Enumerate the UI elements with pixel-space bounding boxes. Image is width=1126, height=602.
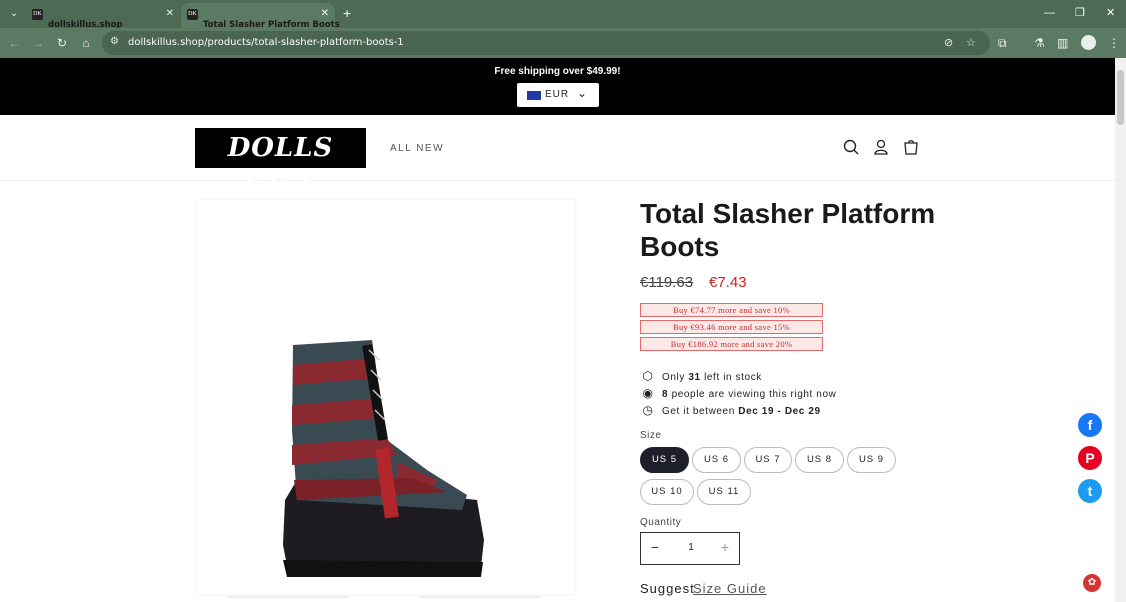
quantity-stepper: − 1 + xyxy=(640,532,740,565)
thumbnail-indicator[interactable] xyxy=(226,596,350,598)
eye-icon: ◉ xyxy=(642,386,654,400)
clock-icon: ◷ xyxy=(642,403,654,417)
browser-toolbar: ← → ↻ ⌂ ⚙ dollskillus.shop/products/tota… xyxy=(0,28,1126,58)
tab-close-icon[interactable]: ✕ xyxy=(166,8,174,20)
decrease-quantity-button[interactable]: − xyxy=(647,539,663,555)
dollskill-favicon-icon: DK xyxy=(32,9,43,20)
facebook-icon[interactable]: f xyxy=(1078,413,1102,437)
browser-tabstrip: ⌄ DK dollskillus.shop ✕ DK Total Slasher… xyxy=(0,0,1126,30)
dolls-kill-logo[interactable]: DOLLS KILL xyxy=(195,128,366,203)
browser-menu-icon[interactable]: ⋮ xyxy=(1108,35,1120,51)
new-tab-button[interactable]: + xyxy=(343,5,351,21)
stock-count: 31 xyxy=(688,372,701,383)
labs-flask-icon[interactable]: ⚗ xyxy=(1034,35,1045,51)
rewards-gift-icon[interactable]: ✿ xyxy=(1083,574,1101,592)
promo-banner: Buy €186.92 more and save 20% xyxy=(640,337,823,351)
size-option-us5[interactable]: US 5 xyxy=(640,447,689,473)
chevron-down-icon: ⌄ xyxy=(577,86,588,100)
viewers-suffix: people are viewing this right now xyxy=(671,389,837,400)
address-bar[interactable]: ⚙ dollskillus.shop/products/total-slashe… xyxy=(102,31,990,55)
suggest-label: Suggest xyxy=(640,581,695,596)
currency-code: EUR xyxy=(545,89,570,100)
stock-suffix: left in stock xyxy=(704,372,762,383)
tab-search-chevron-icon[interactable]: ⌄ xyxy=(4,5,24,23)
site-header: DOLLS KILL ALL NEW xyxy=(0,115,1115,203)
scrollbar-thumb[interactable] xyxy=(1117,70,1124,125)
size-option-us11[interactable]: US 11 xyxy=(697,479,751,505)
url-text: dollskillus.shop/products/total-slasher-… xyxy=(128,37,404,48)
home-icon[interactable]: ⌂ xyxy=(78,35,94,51)
size-option-us8[interactable]: US 8 xyxy=(795,447,844,473)
free-shipping-message: Free shipping over $49.99! xyxy=(494,66,621,77)
pinterest-icon[interactable]: P xyxy=(1078,446,1102,470)
browser-tab-dollskillus[interactable]: DK dollskillus.shop ✕ xyxy=(26,3,180,30)
product-title: Total Slasher Platform Boots xyxy=(640,198,936,262)
increase-quantity-button[interactable]: + xyxy=(717,539,733,555)
page-scrollbar[interactable] xyxy=(1115,58,1126,602)
site-info-icon[interactable]: ⚙ xyxy=(110,36,119,47)
size-option-us10[interactable]: US 10 xyxy=(640,479,694,505)
tab-close-icon[interactable]: ✕ xyxy=(321,8,329,20)
reload-icon[interactable]: ↻ xyxy=(54,35,70,51)
restore-icon[interactable]: ❐ xyxy=(1075,5,1085,21)
search-icon[interactable] xyxy=(843,139,859,155)
nav-all-new[interactable]: ALL NEW xyxy=(390,143,444,154)
twitter-icon[interactable]: t xyxy=(1078,479,1102,503)
side-panel-icon[interactable]: ▥ xyxy=(1057,35,1068,51)
package-icon: ⬡ xyxy=(642,369,654,383)
size-guide-link[interactable]: Size Guide xyxy=(693,581,767,596)
viewers-info: ◉ 8 people are viewing this right now xyxy=(640,386,836,400)
cart-icon[interactable] xyxy=(903,139,919,155)
size-option-us9[interactable]: US 9 xyxy=(847,447,896,473)
eye-off-icon[interactable]: ⊘ xyxy=(944,36,953,49)
platform-boot-image xyxy=(283,340,484,577)
product-image[interactable] xyxy=(197,200,575,594)
size-option-us6[interactable]: US 6 xyxy=(692,447,741,473)
delivery-range: Dec 19 - Dec 29 xyxy=(738,406,821,417)
promo-banner: Buy €74.77 more and save 10% xyxy=(640,303,823,317)
forward-icon[interactable]: → xyxy=(30,35,46,51)
delivery-info: ◷ Get it between Dec 19 - Dec 29 xyxy=(640,403,821,417)
stock-prefix: Only xyxy=(662,372,685,383)
window-close-icon[interactable]: ✕ xyxy=(1106,5,1115,21)
profile-avatar-icon[interactable] xyxy=(1081,35,1096,50)
account-icon[interactable] xyxy=(873,139,889,155)
browser-tab-product[interactable]: DK Total Slasher Platform Boots ✕ xyxy=(181,3,340,30)
minimize-icon[interactable]: — xyxy=(1044,5,1055,21)
size-label: Size xyxy=(640,430,662,441)
quantity-value[interactable]: 1 xyxy=(681,542,701,553)
size-option-us7[interactable]: US 7 xyxy=(744,447,792,473)
extensions-icon[interactable]: ⧉ xyxy=(998,35,1007,51)
delivery-prefix: Get it between xyxy=(662,406,735,417)
back-icon[interactable]: ← xyxy=(6,35,22,51)
sale-price: €7.43 xyxy=(709,274,747,291)
thumbnail-indicator[interactable] xyxy=(418,596,542,598)
quantity-label: Quantity xyxy=(640,517,682,528)
currency-selector[interactable]: EUR ⌄ xyxy=(517,83,599,107)
viewer-count: 8 xyxy=(662,389,669,400)
bookmark-star-icon[interactable]: ☆ xyxy=(966,36,976,49)
promo-banner: Buy €93.46 more and save 15% xyxy=(640,320,823,334)
original-price: €119.63 xyxy=(640,274,694,291)
stock-info: ⬡ Only 31 left in stock xyxy=(640,369,762,383)
eu-flag-icon xyxy=(527,91,541,100)
dollskill-favicon-icon: DK xyxy=(187,9,198,20)
